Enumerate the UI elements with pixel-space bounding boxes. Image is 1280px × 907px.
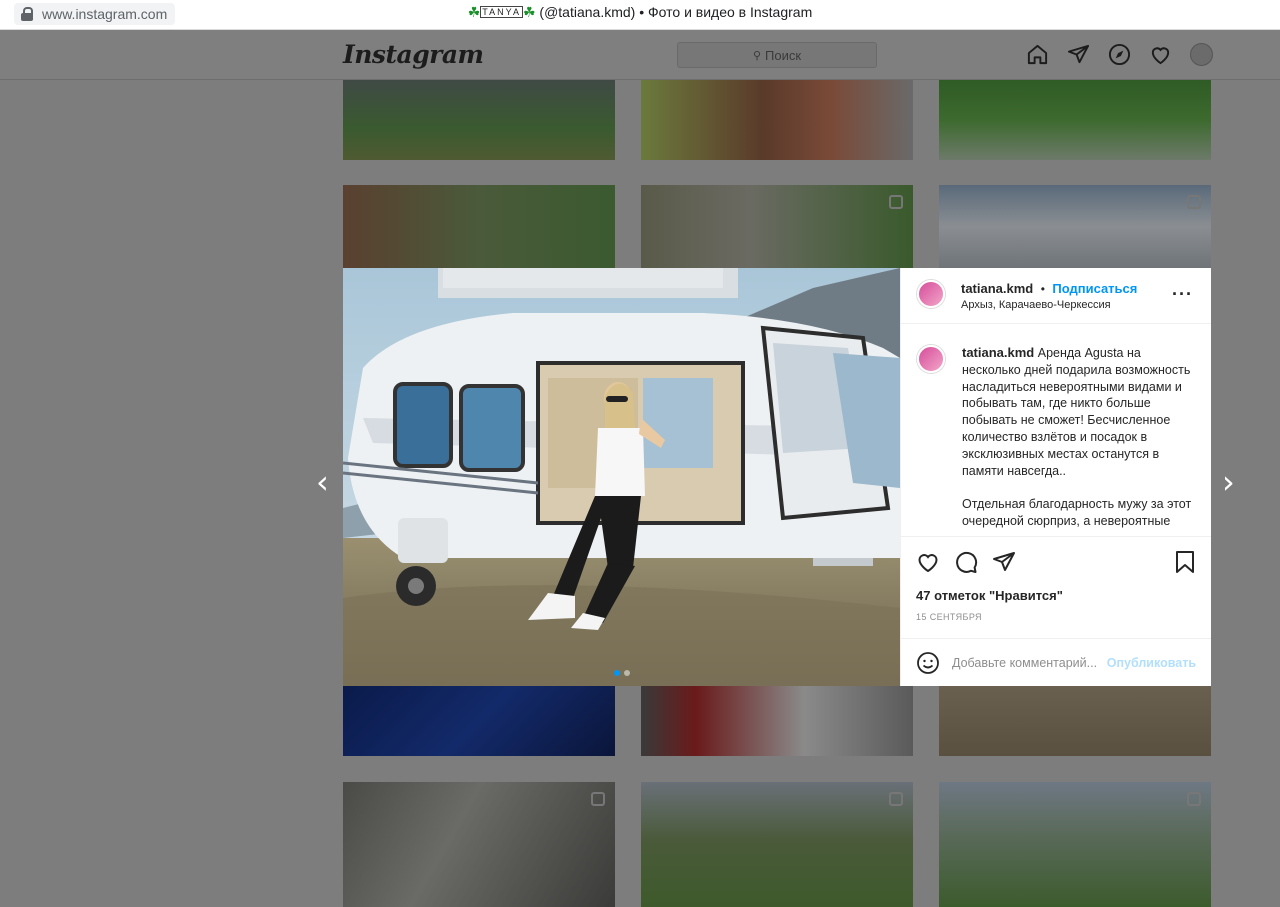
like-heart-icon[interactable]	[916, 550, 940, 574]
carousel-dot-active	[613, 670, 620, 676]
carousel-icon	[1187, 195, 1201, 209]
carousel-dots	[343, 670, 900, 676]
grid-post[interactable]	[939, 80, 1211, 160]
caption-paragraph-2: Отдельная благодарность мужу за этот оче…	[962, 497, 1192, 528]
caption-text: tatiana.kmd Аренда Agusta на несколько д…	[962, 345, 1202, 530]
likes-count[interactable]: 47 отметок "Нравится"	[916, 588, 1063, 603]
post-sidebar: tatiana.kmd • Подписаться Архыз, Карачае…	[900, 268, 1211, 686]
caption-area: tatiana.kmd Аренда Agusta на несколько д…	[901, 325, 1211, 537]
title-name: TANYA	[480, 6, 523, 18]
carousel-dot	[623, 670, 630, 676]
caption-paragraph-1: Аренда Agusta на несколько дней подарила…	[962, 346, 1191, 478]
clover-icon: ☘	[467, 4, 481, 20]
profile-avatar[interactable]	[1190, 43, 1213, 66]
instagram-header: Instagram ⚲ Поиск	[0, 30, 1280, 80]
comment-icon[interactable]	[954, 550, 978, 574]
carousel-icon	[889, 792, 903, 806]
explore-icon[interactable]	[1108, 43, 1131, 66]
bookmark-icon[interactable]	[1173, 550, 1197, 574]
grid-post[interactable]	[641, 80, 913, 160]
share-icon[interactable]	[992, 550, 1016, 574]
post-actions	[916, 550, 1016, 574]
emoji-icon[interactable]	[916, 651, 940, 675]
window-title: ☘ TANYA ☘ (@tatiana.kmd) • Фото и видео в …	[0, 4, 1280, 21]
post-location[interactable]: Архыз, Карачаево-Черкессия	[961, 299, 1111, 311]
avatar[interactable]	[917, 345, 945, 373]
browser-bar: www.instagram.com ☘ TANYA ☘ (@tatiana.kmd)…	[0, 0, 1280, 30]
carousel-icon	[889, 195, 903, 209]
post-modal: › tatiana.kmd • Подписаться Архыз, Карач…	[343, 268, 1211, 686]
grid-post[interactable]	[939, 185, 1211, 268]
comment-box: Добавьте комментарий... Опубликовать	[901, 638, 1211, 686]
direct-icon[interactable]	[1067, 43, 1090, 66]
post-photo[interactable]: ›	[343, 268, 900, 686]
instagram-logo[interactable]: Instagram	[343, 40, 484, 69]
clover-icon: ☘	[522, 4, 536, 20]
grid-post[interactable]	[343, 185, 615, 268]
home-icon[interactable]	[1026, 43, 1049, 66]
caption-username[interactable]: tatiana.kmd	[962, 345, 1034, 360]
title-text: (@tatiana.kmd) • Фото и видео в Instagra…	[539, 4, 813, 20]
next-post-arrow-icon[interactable]: ›	[1222, 466, 1235, 498]
separator-dot: •	[1040, 282, 1045, 296]
grid-post[interactable]	[641, 782, 913, 907]
grid-post[interactable]	[641, 686, 913, 756]
post-username[interactable]: tatiana.kmd	[961, 281, 1033, 296]
post-date[interactable]: 15 СЕНТЯБРЯ	[916, 612, 982, 622]
follow-button[interactable]: Подписаться	[1052, 281, 1137, 296]
post-header: tatiana.kmd • Подписаться Архыз, Карачае…	[901, 268, 1211, 324]
activity-heart-icon[interactable]	[1149, 43, 1172, 66]
helicopter-photo	[343, 268, 900, 686]
grid-post[interactable]	[939, 782, 1211, 907]
carousel-icon	[591, 792, 605, 806]
grid-post[interactable]	[939, 686, 1211, 756]
search-icon: ⚲	[752, 49, 762, 62]
grid-post[interactable]	[641, 185, 913, 268]
carousel-icon	[1187, 792, 1201, 806]
prev-post-arrow-icon[interactable]: ‹	[316, 466, 329, 498]
comment-input[interactable]: Добавьте комментарий...	[952, 656, 1107, 670]
avatar[interactable]	[917, 280, 945, 308]
search-placeholder: Поиск	[765, 47, 802, 63]
publish-button[interactable]: Опубликовать	[1107, 656, 1196, 670]
grid-post[interactable]	[343, 686, 615, 756]
grid-post[interactable]	[343, 782, 615, 907]
more-options-icon[interactable]: ···	[1172, 284, 1193, 305]
grid-post[interactable]	[343, 80, 615, 160]
search-input[interactable]: ⚲ Поиск	[677, 42, 877, 68]
